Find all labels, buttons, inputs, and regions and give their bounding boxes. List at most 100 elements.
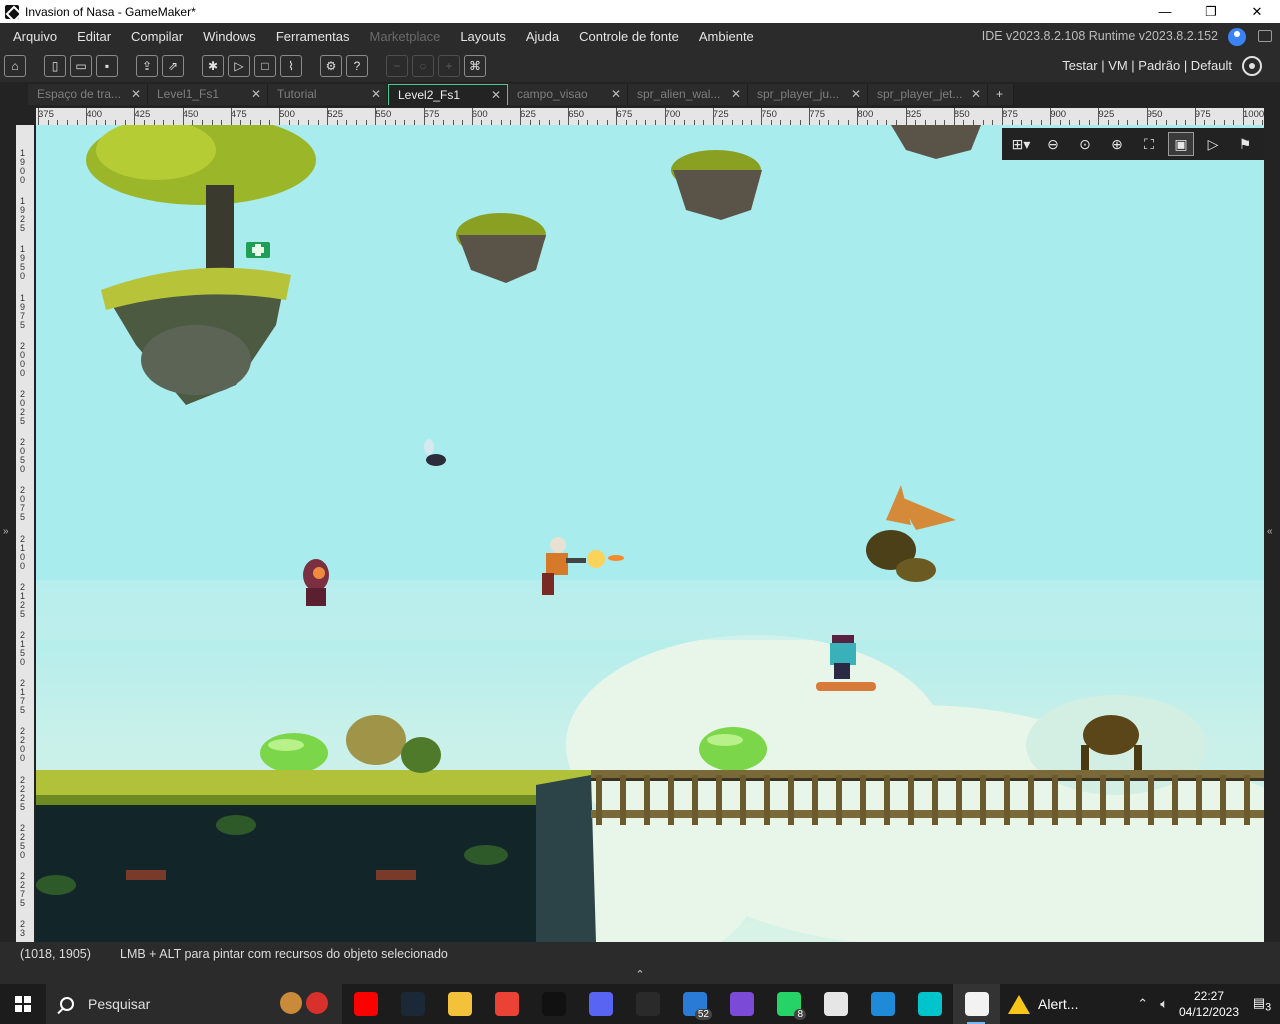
ruler-top-label: 925	[1098, 109, 1115, 120]
menu-controle-de-fonte[interactable]: Controle de fonte	[569, 29, 689, 44]
taskbar-app-gamemaker[interactable]	[953, 984, 1000, 1024]
ruler-horizontal: 375 400 425 450 475 500 525 550 575 600 625 650 675 7…	[36, 108, 1264, 125]
tab-spr-player-jet[interactable]: spr_player_jet... ✕	[868, 84, 988, 105]
alert-app-button[interactable]: Alert...	[1000, 984, 1092, 1024]
close-icon[interactable]: ✕	[491, 85, 501, 106]
taskbar-app-youtube[interactable]	[342, 984, 389, 1024]
clean-icon[interactable]: ⌇	[280, 55, 302, 77]
bottom-panel-toggle[interactable]: ⌃	[0, 966, 1280, 984]
save-icon[interactable]: ▪	[96, 55, 118, 77]
new-file-icon[interactable]: ▯	[44, 55, 66, 77]
taskbar-app-gmail[interactable]	[483, 984, 530, 1024]
windows-layout-icon[interactable]	[1258, 30, 1272, 42]
ruler-left-label: 2225	[20, 774, 26, 812]
minimize-button[interactable]: —	[1142, 0, 1188, 23]
target-config-label[interactable]: Testar | VM | Padrão | Default	[1062, 58, 1232, 73]
tab-spr-player-ju[interactable]: spr_player_ju... ✕	[748, 84, 868, 105]
close-icon[interactable]: ✕	[971, 84, 981, 105]
grid-toggle-icon[interactable]: ⊞▾	[1008, 132, 1034, 156]
start-button[interactable]	[0, 984, 46, 1024]
expand-right-icon[interactable]: «	[1267, 526, 1273, 537]
close-icon[interactable]: ✕	[731, 84, 741, 105]
taskbar-clock[interactable]: 22:27 04/12/2023	[1174, 988, 1244, 1020]
export-icon[interactable]: ⇗	[162, 55, 184, 77]
taskbar-app-epic-games[interactable]	[624, 984, 671, 1024]
taskbar-app-mail[interactable]: 52	[671, 984, 718, 1024]
ruler-top-label: 600	[471, 109, 488, 120]
target-icon[interactable]	[1242, 56, 1262, 76]
ruler-tick	[375, 108, 377, 125]
volume-icon[interactable]: 🔈︎	[1154, 996, 1174, 1012]
layer-flag-icon[interactable]: ⚑	[1232, 132, 1258, 156]
chevron-up-icon[interactable]: ⌃	[1131, 996, 1154, 1012]
taskbar-app-folder[interactable]	[436, 984, 483, 1024]
menu-arquivo[interactable]: Arquivo	[0, 29, 67, 44]
build-icon[interactable]: ⇪	[136, 55, 158, 77]
zoom-out-icon[interactable]: ⊖	[1040, 132, 1066, 156]
status-bar: (1018, 1905) LMB + ALT para pintar com r…	[0, 942, 1280, 966]
close-icon[interactable]: ✕	[251, 84, 261, 105]
menu-layouts[interactable]: Layouts	[450, 29, 516, 44]
close-icon[interactable]: ✕	[131, 84, 141, 105]
menu-ambiente[interactable]: Ambiente	[689, 29, 764, 44]
bridge-post	[1052, 775, 1058, 825]
menu-compilar[interactable]: Compilar	[121, 29, 193, 44]
add-tab-button[interactable]: +	[988, 84, 1014, 105]
user-avatar-icon[interactable]	[1228, 28, 1246, 46]
tab-spr-alien-wal[interactable]: spr_alien_wal... ✕	[628, 84, 748, 105]
close-icon[interactable]: ✕	[371, 84, 381, 105]
search-highlight-icon	[280, 992, 328, 1014]
menu-windows[interactable]: Windows	[193, 29, 266, 44]
help-icon[interactable]: ?	[346, 55, 368, 77]
menu-ferramentas[interactable]: Ferramentas	[266, 29, 360, 44]
tab-level2-fs1[interactable]: Level2_Fs1 ✕	[388, 84, 508, 105]
menu-editar[interactable]: Editar	[67, 29, 121, 44]
gamepad-icon[interactable]: ⌘	[464, 55, 486, 77]
taskbar-app-tiktok[interactable]	[530, 984, 577, 1024]
right-panel-strip: «	[1264, 108, 1280, 942]
collapse-up-icon[interactable]: ⌃	[635, 969, 644, 981]
open-folder-icon[interactable]: ▭	[70, 55, 92, 77]
notification-center-icon[interactable]: ▤3	[1244, 995, 1280, 1014]
taskbar-app-canva[interactable]	[906, 984, 953, 1024]
bridge-post	[764, 775, 770, 825]
taskbar-app-whatsapp[interactable]: 8	[765, 984, 812, 1024]
close-button[interactable]: ✕	[1234, 0, 1280, 23]
ruler-left-label: 2150	[20, 630, 26, 667]
tab-workspace[interactable]: Espaço de tra... ✕	[28, 84, 148, 105]
close-icon[interactable]: ✕	[851, 84, 861, 105]
taskbar-app-edge[interactable]	[859, 984, 906, 1024]
stop-icon[interactable]: □	[254, 55, 276, 77]
fullscreen-icon[interactable]: ⛶	[1136, 132, 1162, 156]
tab-tutorial[interactable]: Tutorial ✕	[268, 84, 388, 105]
tab-level1-fs1[interactable]: Level1_Fs1 ✕	[148, 84, 268, 105]
zoom-in-icon[interactable]: ⊕	[1104, 132, 1130, 156]
taskbar-app-steam[interactable]	[389, 984, 436, 1024]
tab-campo-visao[interactable]: campo_visao ✕	[508, 84, 628, 105]
play-animation-icon[interactable]: ▷	[1200, 132, 1226, 156]
run-icon[interactable]: ▷	[228, 55, 250, 77]
restore-button[interactable]: ❐	[1188, 0, 1234, 23]
frame-view-icon[interactable]: ▣	[1168, 132, 1194, 156]
ruler-left-label: 23	[20, 919, 26, 939]
room-canvas[interactable]: ⊞▾ ⊖ ⊙ ⊕ ⛶ ▣ ▷ ⚑	[36, 125, 1264, 942]
expand-left-icon[interactable]: »	[3, 526, 9, 537]
ruler-tick	[616, 108, 618, 125]
ruler-tick	[1243, 108, 1244, 125]
menu-ajuda[interactable]: Ajuda	[516, 29, 569, 44]
home-icon[interactable]: ⌂	[4, 55, 26, 77]
debug-icon[interactable]: ✱	[202, 55, 224, 77]
settings-icon[interactable]: ⚙	[320, 55, 342, 77]
zoom-reset-icon[interactable]: ⊙	[1072, 132, 1098, 156]
close-icon[interactable]: ✕	[611, 84, 621, 105]
ruler-top-label: 900	[1050, 109, 1067, 120]
taskbar-app-discord[interactable]	[577, 984, 624, 1024]
menu-bar: Arquivo Editar Compilar Windows Ferramen…	[0, 23, 1280, 50]
ruler-left-label: 2275	[20, 871, 26, 908]
taskbar-search[interactable]: Pesquisar	[46, 984, 342, 1024]
taskbar-app-ubisoft[interactable]	[812, 984, 859, 1024]
ruler-left-label: 1975	[20, 292, 26, 330]
taskbar-app-crown[interactable]	[718, 984, 765, 1024]
window-title: Invasion of Nasa - GameMaker*	[25, 4, 196, 19]
floating-rock-3	[891, 125, 981, 159]
